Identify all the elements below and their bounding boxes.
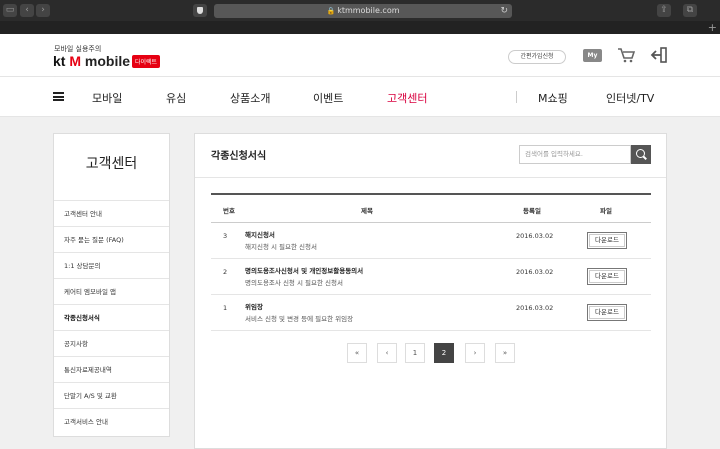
- row-date: 2016.03.02: [516, 268, 554, 276]
- col-title: 제목: [361, 207, 373, 215]
- row-title[interactable]: 위임장 서비스 신청 및 변경 등에 필요한 위임장: [245, 301, 353, 323]
- menu-icon[interactable]: [53, 92, 64, 101]
- site-logo[interactable]: kt M mobile: [53, 53, 130, 69]
- sidebar-toggle-button[interactable]: ▭: [3, 4, 17, 17]
- nav-item-m-shopping[interactable]: M쇼핑: [538, 90, 568, 106]
- browser-toolbar: ▭ ‹ › 🔒 ktmmobile.com ↻ ⇪ ⧉: [0, 0, 720, 21]
- logo-kt: kt: [53, 53, 66, 69]
- prev-page-button[interactable]: ‹: [377, 343, 397, 363]
- new-tab-icon[interactable]: +: [708, 22, 717, 33]
- sidebar-item-notices[interactable]: 공지사항: [54, 331, 169, 357]
- cart-icon[interactable]: [617, 47, 635, 63]
- forms-table: 번호 제목 등록일 파일 3 해지신청서 해지신청 시 필요한 신청서 2016…: [211, 193, 651, 331]
- direct-badge: 다이렉트: [132, 55, 161, 68]
- title-divider: [195, 177, 666, 178]
- download-button[interactable]: 다운로드: [587, 304, 627, 321]
- url-text: ktmmobile.com: [337, 6, 400, 15]
- nav-item-usim[interactable]: 유심: [166, 90, 186, 106]
- lock-icon: 🔒: [326, 7, 336, 15]
- nav-item-internet-tv[interactable]: 인터넷/TV: [606, 90, 654, 106]
- nav-item-products[interactable]: 상품소개: [230, 90, 270, 106]
- row-num: 3: [223, 232, 228, 240]
- row-title-text: 위임장: [245, 303, 263, 311]
- back-button[interactable]: ‹: [20, 4, 34, 17]
- row-title[interactable]: 명의도용조사신청서 및 개인정보활용동의서 명의도용조사 신청 시 필요한 신청…: [245, 265, 363, 287]
- easy-join-button[interactable]: 간편가입신청: [508, 50, 566, 64]
- row-date: 2016.03.02: [516, 304, 554, 312]
- search-input[interactable]: 검색어를 입력하세요.: [519, 145, 631, 164]
- row-desc: 해지신청 시 필요한 신청서: [245, 243, 317, 251]
- table-row: 3 해지신청서 해지신청 시 필요한 신청서 2016.03.02 다운로드: [211, 223, 651, 259]
- my-page-icon[interactable]: My: [583, 49, 602, 62]
- sidebar-item-app[interactable]: 케어티 엠모바일 앱: [54, 279, 169, 305]
- row-desc: 명의도용조사 신청 시 필요한 신청서: [245, 279, 343, 287]
- download-button[interactable]: 다운로드: [587, 268, 627, 285]
- row-title-text: 해지신청서: [245, 231, 275, 239]
- row-title-text: 명의도용조사신청서 및 개인정보활용동의서: [245, 267, 364, 275]
- tabs-button[interactable]: ⧉: [683, 4, 697, 17]
- sidebar-title: 고객센터: [54, 134, 169, 201]
- reload-icon[interactable]: ↻: [500, 4, 508, 18]
- table-row: 1 위임장 서비스 신청 및 변경 등에 필요한 위임장 2016.03.02 …: [211, 295, 651, 331]
- sidebar-item-device-as[interactable]: 단말기 A/S 및 교환: [54, 383, 169, 409]
- col-file: 파일: [600, 207, 612, 215]
- sidebar-item-forms[interactable]: 각종신청서식: [54, 305, 169, 331]
- table-row: 2 명의도용조사신청서 및 개인정보활용동의서 명의도용조사 신청 시 필요한 …: [211, 259, 651, 295]
- row-num: 1: [223, 304, 228, 312]
- logo-mobile: mobile: [84, 53, 131, 69]
- sidebar-item-inquiry[interactable]: 1:1 상담문의: [54, 253, 169, 279]
- sidebar-item-faq[interactable]: 자주 묻는 질문 (FAQ): [54, 227, 169, 253]
- site-header: 모바일 실용주의 kt M mobile 다이렉트 간편가입신청 My: [0, 34, 720, 76]
- sidebar-item-service-guide[interactable]: 고객서비스 안내: [54, 409, 169, 435]
- table-header: 번호 제목 등록일 파일: [211, 195, 651, 223]
- main-nav: 모바일 유심 상품소개 이벤트 고객센터 M쇼핑 인터넷/TV: [0, 76, 720, 117]
- sidebar: 고객센터 고객센터 안내 자주 묻는 질문 (FAQ) 1:1 상담문의 케어티…: [53, 133, 170, 437]
- row-title[interactable]: 해지신청서 해지신청 시 필요한 신청서: [245, 229, 317, 251]
- col-num: 번호: [223, 207, 235, 215]
- row-date: 2016.03.02: [516, 232, 554, 240]
- share-button[interactable]: ⇪: [657, 4, 671, 17]
- row-num: 2: [223, 268, 228, 276]
- page-2-button[interactable]: 2: [434, 343, 454, 363]
- nav-divider: [516, 91, 517, 103]
- row-desc: 서비스 신청 및 변경 등에 필요한 위임장: [245, 315, 354, 323]
- logout-icon[interactable]: [650, 47, 668, 63]
- page-1-button[interactable]: 1: [405, 343, 425, 363]
- sidebar-item-guide[interactable]: 고객센터 안내: [54, 201, 169, 227]
- address-bar[interactable]: 🔒 ktmmobile.com ↻: [214, 4, 512, 18]
- tab-strip: [0, 21, 720, 34]
- forward-button[interactable]: ›: [36, 4, 50, 17]
- col-date: 등록일: [523, 207, 541, 215]
- shield-icon[interactable]: [193, 4, 207, 17]
- search-icon[interactable]: [631, 145, 651, 164]
- nav-item-mobile[interactable]: 모바일: [92, 90, 122, 106]
- sidebar-item-data-provision[interactable]: 통신자료제공내역: [54, 357, 169, 383]
- nav-item-events[interactable]: 이벤트: [313, 90, 343, 106]
- last-page-button[interactable]: »: [495, 343, 515, 363]
- download-button[interactable]: 다운로드: [587, 232, 627, 249]
- logo-m: M: [69, 53, 82, 69]
- first-page-button[interactable]: «: [347, 343, 367, 363]
- nav-item-customer-center[interactable]: 고객센터: [387, 90, 427, 106]
- next-page-button[interactable]: ›: [465, 343, 485, 363]
- main-panel: 각종신청서식 검색어를 입력하세요. 번호 제목 등록일 파일 3 해지신청서 …: [194, 133, 667, 449]
- page-title: 각종신청서식: [211, 151, 267, 162]
